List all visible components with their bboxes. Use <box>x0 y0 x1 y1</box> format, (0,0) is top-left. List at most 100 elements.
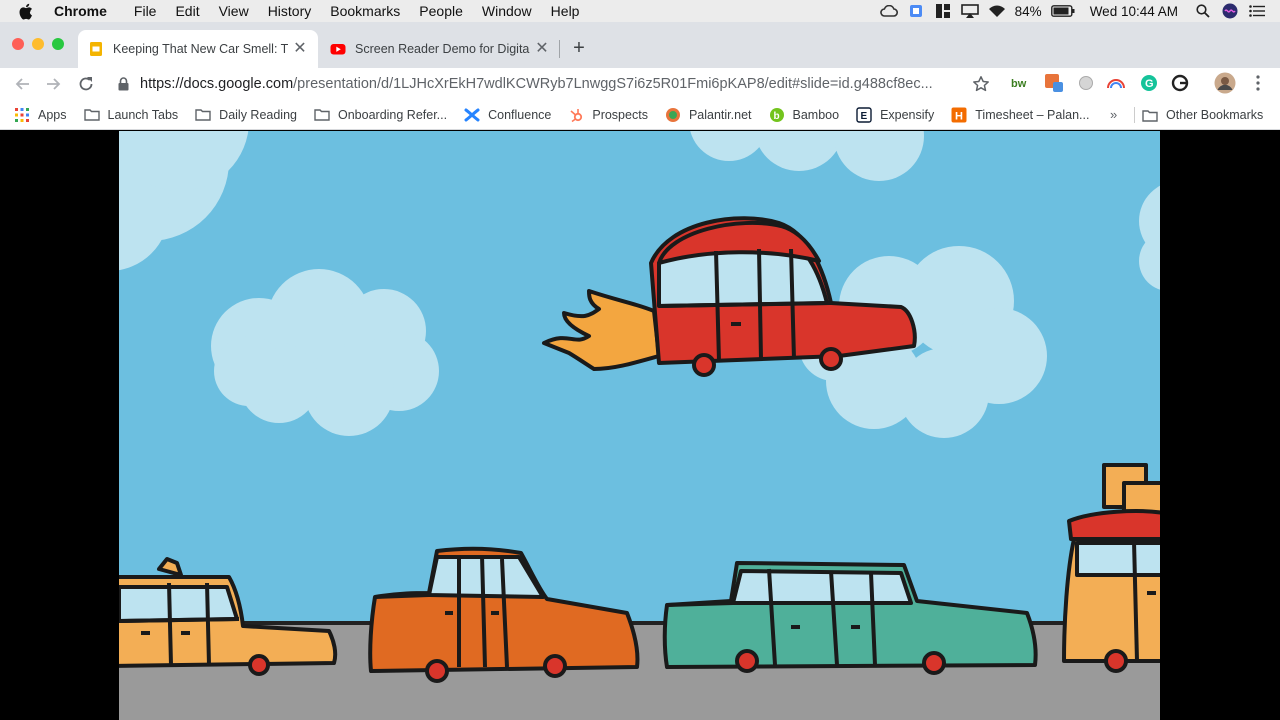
bookmark-apps[interactable]: Apps <box>14 107 67 123</box>
confluence-icon <box>464 107 480 123</box>
menu-history[interactable]: History <box>268 3 312 19</box>
bookmark-label: Launch Tabs <box>107 107 179 122</box>
apple-icon[interactable] <box>18 3 38 20</box>
tab-keeping-new-car-smell[interactable]: Keeping That New Car Smell: T ✕ <box>78 30 318 68</box>
battery-percent: 84% <box>1014 3 1042 19</box>
airplay-icon[interactable] <box>960 3 979 19</box>
bookmark-daily-reading[interactable]: Daily Reading <box>195 107 297 123</box>
url-text[interactable]: https://docs.google.com/presentation/d/1… <box>140 76 960 92</box>
menu-bookmarks[interactable]: Bookmarks <box>330 3 400 19</box>
creative-cloud-icon[interactable] <box>879 3 898 19</box>
palantir-icon <box>665 107 681 123</box>
bookmark-label: Onboarding Refer... <box>338 107 448 122</box>
folder-icon <box>314 107 330 123</box>
bookmark-bamboo[interactable]: b Bamboo <box>769 107 840 123</box>
bookmarks-bar: Apps Launch Tabs Daily Reading Onboardin… <box>0 100 1280 130</box>
status-area: 84% Wed 10:44 AM <box>879 0 1280 22</box>
tab-divider <box>559 40 560 58</box>
slide-illustration[interactable] <box>119 131 1160 720</box>
rainbow-extension-icon[interactable] <box>1106 73 1126 93</box>
forward-button[interactable] <box>40 70 68 98</box>
svg-text:G: G <box>1145 78 1154 90</box>
bookmark-label: Daily Reading <box>219 107 297 122</box>
reload-button[interactable] <box>72 70 100 98</box>
bookmark-expensify[interactable]: E Expensify <box>856 106 935 123</box>
svg-text:E: E <box>861 111 868 122</box>
svg-text:H: H <box>955 110 963 122</box>
grid-app-icon[interactable] <box>934 3 952 19</box>
expensify-icon: E <box>856 106 872 123</box>
google-extension-icon[interactable] <box>1170 73 1190 93</box>
notification-center-icon[interactable] <box>1248 3 1266 19</box>
bookmarks-divider <box>1134 107 1135 123</box>
bookmark-label: Bamboo <box>792 107 840 122</box>
menu-clock[interactable]: Wed 10:44 AM <box>1090 4 1178 19</box>
youtube-icon <box>330 41 346 57</box>
bookmark-palantir[interactable]: Palantir.net <box>665 107 752 123</box>
profile-avatar[interactable] <box>1214 72 1236 94</box>
bookmark-onboarding-reference[interactable]: Onboarding Refer... <box>314 107 447 123</box>
lock-icon[interactable] <box>118 76 132 92</box>
menu-people[interactable]: People <box>419 3 463 19</box>
back-button[interactable] <box>8 70 36 98</box>
menu-file[interactable]: File <box>134 3 157 19</box>
siri-icon[interactable] <box>1221 3 1239 19</box>
minimize-window-button[interactable] <box>32 38 44 50</box>
presentation-viewport <box>0 131 1280 720</box>
bookmark-confluence[interactable]: Confluence <box>464 107 551 123</box>
harvest-icon: H <box>951 107 967 123</box>
drive-sync-icon[interactable] <box>907 3 925 19</box>
close-window-button[interactable] <box>12 38 24 50</box>
bookmark-label: Confluence <box>488 107 552 122</box>
bookmarks-overflow-chevron-icon[interactable]: » <box>1110 107 1117 122</box>
new-tab-button[interactable]: + <box>569 38 589 58</box>
google-slides-icon <box>88 41 104 57</box>
bookmark-label: Timesheet – Palan... <box>975 107 1090 122</box>
tab-title: Keeping That New Car Smell: T <box>113 42 289 56</box>
apps-grid-icon <box>14 107 30 123</box>
bookmark-star-icon[interactable] <box>972 75 990 93</box>
tab-title: Screen Reader Demo for Digita <box>355 42 530 56</box>
window-controls <box>12 38 72 50</box>
menu-help[interactable]: Help <box>551 3 580 19</box>
bookmark-other-bookmarks[interactable]: Other Bookmarks <box>1142 100 1263 130</box>
folder-icon <box>195 107 211 123</box>
hubspot-icon <box>568 107 584 123</box>
flying-car-illustration <box>119 131 1160 720</box>
tab-screen-reader-demo[interactable]: Screen Reader Demo for Digita ✕ <box>320 30 560 68</box>
bookmark-prospects[interactable]: Prospects <box>568 107 648 123</box>
bookmark-timesheet[interactable]: H Timesheet – Palan... <box>951 107 1089 123</box>
bookmark-label: Palantir.net <box>688 107 752 122</box>
url-path: /presentation/d/1LJHcXrEkH7wdlKCWRyb7Lnw… <box>293 76 933 92</box>
menu-edit[interactable]: Edit <box>175 3 199 19</box>
tab-close-icon[interactable]: ✕ <box>534 41 550 57</box>
zoom-window-button[interactable] <box>52 38 64 50</box>
spotlight-search-icon[interactable] <box>1194 3 1212 19</box>
chrome-menu-icon[interactable] <box>1248 73 1268 93</box>
url-host: https://docs.google.com <box>140 76 294 92</box>
menu-app-chrome[interactable]: Chrome <box>54 3 107 19</box>
hubspot-extension-icon[interactable] <box>1044 73 1064 93</box>
bamboo-icon: b <box>769 107 785 123</box>
bookmark-label: Prospects <box>592 107 648 122</box>
menu-view[interactable]: View <box>219 3 249 19</box>
bookmark-label: Other Bookmarks <box>1166 108 1264 122</box>
grammarly-extension-icon[interactable]: G <box>1139 73 1159 93</box>
bookmark-label: Apps <box>38 107 67 122</box>
bookmark-label: Expensify <box>880 107 935 122</box>
address-bar[interactable]: https://docs.google.com/presentation/d/1… <box>108 69 998 99</box>
svg-text:b: b <box>773 111 779 122</box>
browser-toolbar: https://docs.google.com/presentation/d/1… <box>0 68 1280 100</box>
tab-strip: Keeping That New Car Smell: T ✕ Screen R… <box>0 22 1280 68</box>
wifi-icon[interactable] <box>988 3 1006 19</box>
grey-circle-extension-icon[interactable] <box>1076 73 1096 93</box>
bookmark-launch-tabs[interactable]: Launch Tabs <box>83 107 179 123</box>
tab-close-icon[interactable]: ✕ <box>292 41 308 57</box>
folder-icon <box>1142 107 1158 123</box>
battery-icon[interactable] <box>1050 3 1075 19</box>
svg-text:bw: bw <box>1011 78 1027 90</box>
bw-extension-icon[interactable]: bw <box>1010 73 1030 93</box>
menu-window[interactable]: Window <box>482 3 532 19</box>
folder-icon <box>83 107 100 123</box>
mac-menu-bar: Chrome File Edit View History Bookmarks … <box>0 0 1280 22</box>
